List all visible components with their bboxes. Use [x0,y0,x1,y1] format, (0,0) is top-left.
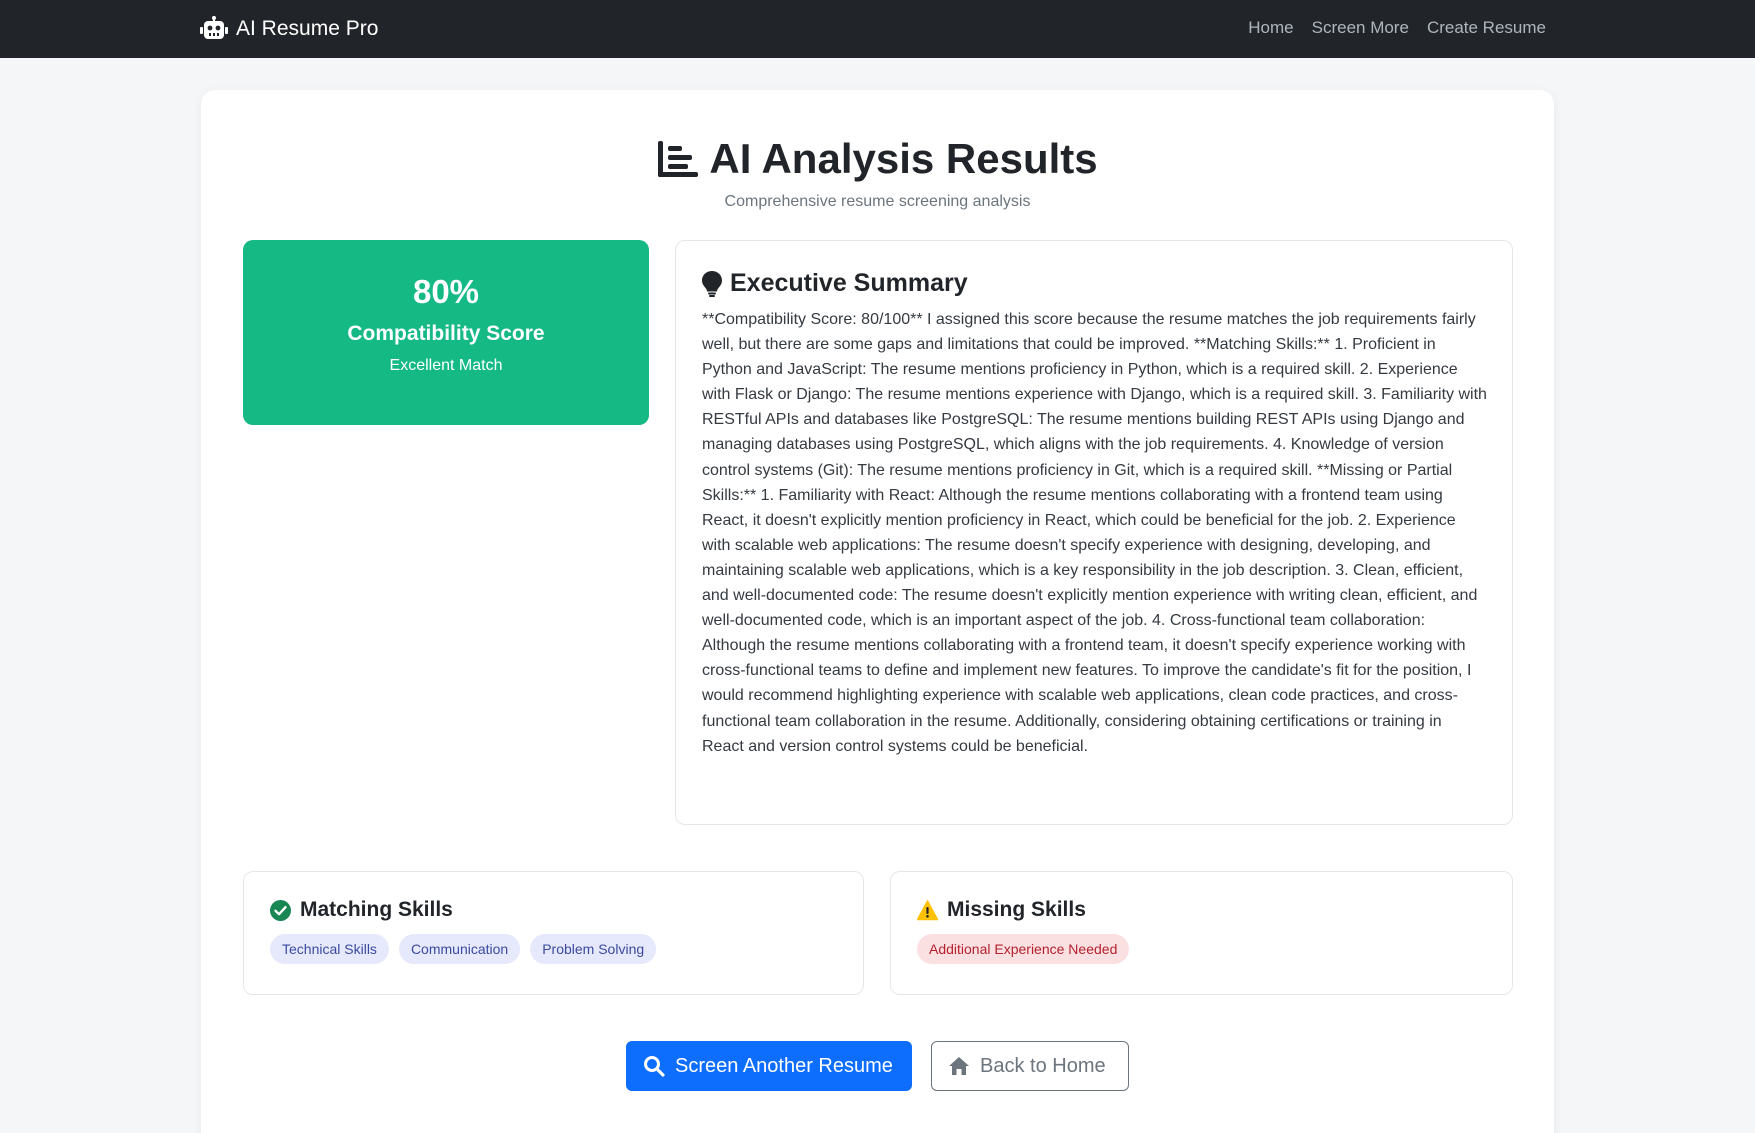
missing-skills-header: Missing Skills [917,898,1086,922]
score-description: Excellent Match [389,357,503,374]
matching-skills-header: Matching Skills [270,898,453,922]
brand-name: AI Resume Pro [236,17,379,40]
skill-tag: Communication [398,934,521,964]
score-label: Compatibility Score [347,322,545,345]
missing-skills-card: Missing Skills Additional Experience Nee… [890,871,1513,995]
back-to-home-label: Back to Home [980,1054,1106,1077]
page-subtitle: Comprehensive resume screening analysis [724,193,1031,210]
skill-tag: Problem Solving [530,934,657,964]
executive-summary-card: Executive Summary **Compatibility Score:… [675,240,1513,825]
results-card: AI Analysis Results Comprehensive resume… [201,90,1554,1133]
summary-title: Executive Summary [730,269,968,297]
matching-skills-card: Matching Skills Technical Skills Communi… [243,871,864,995]
skill-tag: Technical Skills [270,934,389,964]
screen-another-resume-button[interactable]: Screen Another Resume [626,1041,912,1091]
back-to-home-button[interactable]: Back to Home [931,1041,1129,1091]
summary-text: **Compatibility Score: 80/100** I assign… [702,311,1487,755]
nav-link-home[interactable]: Home [1248,18,1293,38]
compatibility-score-card: 80% Compatibility Score Excellent Match [243,240,649,425]
nav-link-screen-more[interactable]: Screen More [1312,18,1409,38]
navbar: AI Resume Pro Home Screen More Create Re… [0,0,1755,58]
page-title: AI Analysis Results [709,135,1098,182]
lightbulb-icon [702,270,722,297]
summary-header: Executive Summary [702,269,968,298]
skill-tag: Additional Experience Needed [917,934,1130,964]
robot-icon [200,16,228,39]
check-circle-icon [270,899,291,921]
home-icon [949,1057,969,1075]
matching-skills-tags: Technical Skills Communication Problem S… [270,934,657,964]
bar-chart-icon [658,141,699,177]
page-header: AI Analysis Results [201,135,1554,183]
missing-skills-tags: Additional Experience Needed [917,934,1130,964]
missing-skills-title: Missing Skills [947,898,1086,921]
matching-skills-title: Matching Skills [300,898,453,921]
screen-another-resume-label: Screen Another Resume [675,1054,893,1077]
brand-link[interactable]: AI Resume Pro [200,15,378,43]
nav-links: Home Screen More Create Resume [1248,18,1546,38]
warning-icon [917,899,938,920]
score-value: 80% [412,273,480,310]
nav-link-create-resume[interactable]: Create Resume [1427,18,1546,38]
search-icon [644,1056,665,1077]
